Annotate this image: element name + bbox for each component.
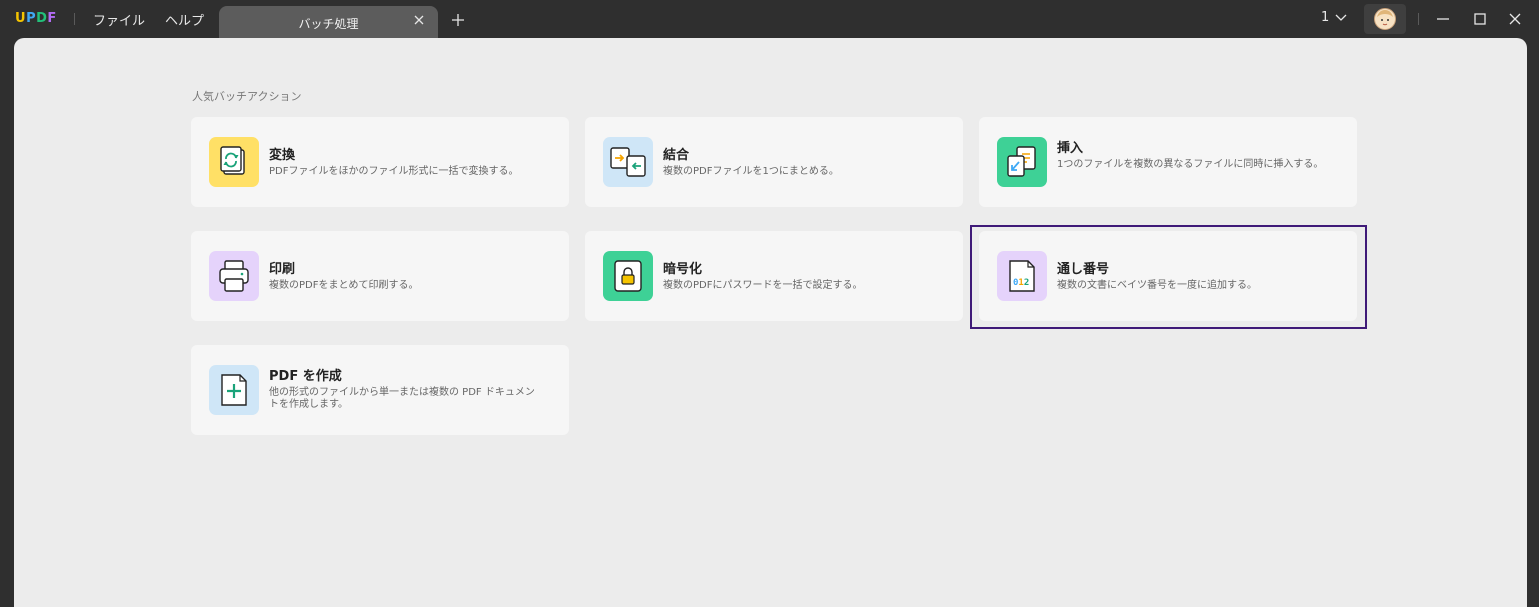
insert-icon — [997, 137, 1047, 187]
card-insert[interactable]: 挿入 1つのファイルを複数の異なるファイルに同時に挿入する。 — [979, 117, 1357, 207]
close-icon[interactable] — [412, 13, 426, 27]
maximize-icon[interactable] — [1472, 11, 1488, 27]
convert-icon — [209, 137, 259, 187]
card-create-pdf[interactable]: PDF を作成 他の形式のファイルから単一または複数の PDF ドキュメントを作… — [191, 345, 569, 435]
batch-panel: 人気バッチアクション 変換 PDFファイルをほかのファイル形式に一括で変換する。 — [14, 38, 1527, 607]
card-description: 他の形式のファイルから単一または複数の PDF ドキュメントを作成します。 — [269, 387, 535, 410]
divider — [74, 13, 75, 25]
create-pdf-icon — [209, 365, 259, 415]
card-encrypt[interactable]: 暗号化 複数のPDFにパスワードを一括で設定する。 — [585, 231, 963, 321]
card-description: PDFファイルをほかのファイル形式に一括で変換する。 — [269, 166, 519, 177]
menu-help[interactable]: ヘルプ — [165, 10, 204, 29]
updf-logo: UPDF — [15, 11, 57, 26]
minimize-icon[interactable] — [1435, 11, 1451, 27]
card-convert[interactable]: 変換 PDFファイルをほかのファイル形式に一括で変換する。 — [191, 117, 569, 207]
tab-label: バッチ処理 — [298, 17, 359, 31]
avatar-icon — [1374, 8, 1396, 30]
tab-batch[interactable]: バッチ処理 — [219, 6, 438, 38]
plus-icon[interactable] — [451, 13, 465, 27]
page-indicator[interactable]: 1 — [1321, 10, 1347, 25]
card-merge[interactable]: 結合 複数のPDFファイルを1つにまとめる。 — [585, 117, 963, 207]
card-description: 複数のPDFにパスワードを一括で設定する。 — [663, 280, 863, 291]
card-description: 複数の文書にベイツ番号を一度に追加する。 — [1057, 280, 1257, 291]
printer-icon — [209, 251, 259, 301]
card-title: 暗号化 — [663, 262, 703, 277]
card-title: PDF を作成 — [269, 369, 342, 384]
card-title: 変換 — [269, 148, 296, 163]
close-window-icon[interactable] — [1507, 11, 1523, 27]
card-print[interactable]: 印刷 複数のPDFをまとめて印刷する。 — [191, 231, 569, 321]
divider — [1418, 13, 1419, 25]
page-number: 1 — [1321, 10, 1330, 25]
merge-icon — [603, 137, 653, 187]
card-title: 印刷 — [269, 262, 296, 277]
card-description: 複数のPDFをまとめて印刷する。 — [269, 280, 419, 291]
card-bates-numbering[interactable]: 012 通し番号 複数の文書にベイツ番号を一度に追加する。 — [979, 231, 1357, 321]
card-title: 通し番号 — [1057, 262, 1110, 277]
svg-text:012: 012 — [1013, 278, 1029, 288]
card-title: 結合 — [663, 148, 690, 163]
card-title: 挿入 — [1057, 141, 1084, 156]
account-button[interactable] — [1364, 4, 1406, 34]
title-bar: UPDF ファイル ヘルプ バッチ処理 1 — [0, 0, 1539, 38]
section-title: 人気バッチアクション — [192, 90, 302, 103]
card-description: 複数のPDFファイルを1つにまとめる。 — [663, 166, 839, 177]
card-description: 1つのファイルを複数の異なるファイルに同時に挿入する。 — [1057, 159, 1324, 170]
lock-icon — [603, 251, 653, 301]
menu-file[interactable]: ファイル — [93, 10, 145, 29]
chevron-down-icon — [1335, 14, 1347, 21]
bates-number-icon: 012 — [997, 251, 1047, 301]
